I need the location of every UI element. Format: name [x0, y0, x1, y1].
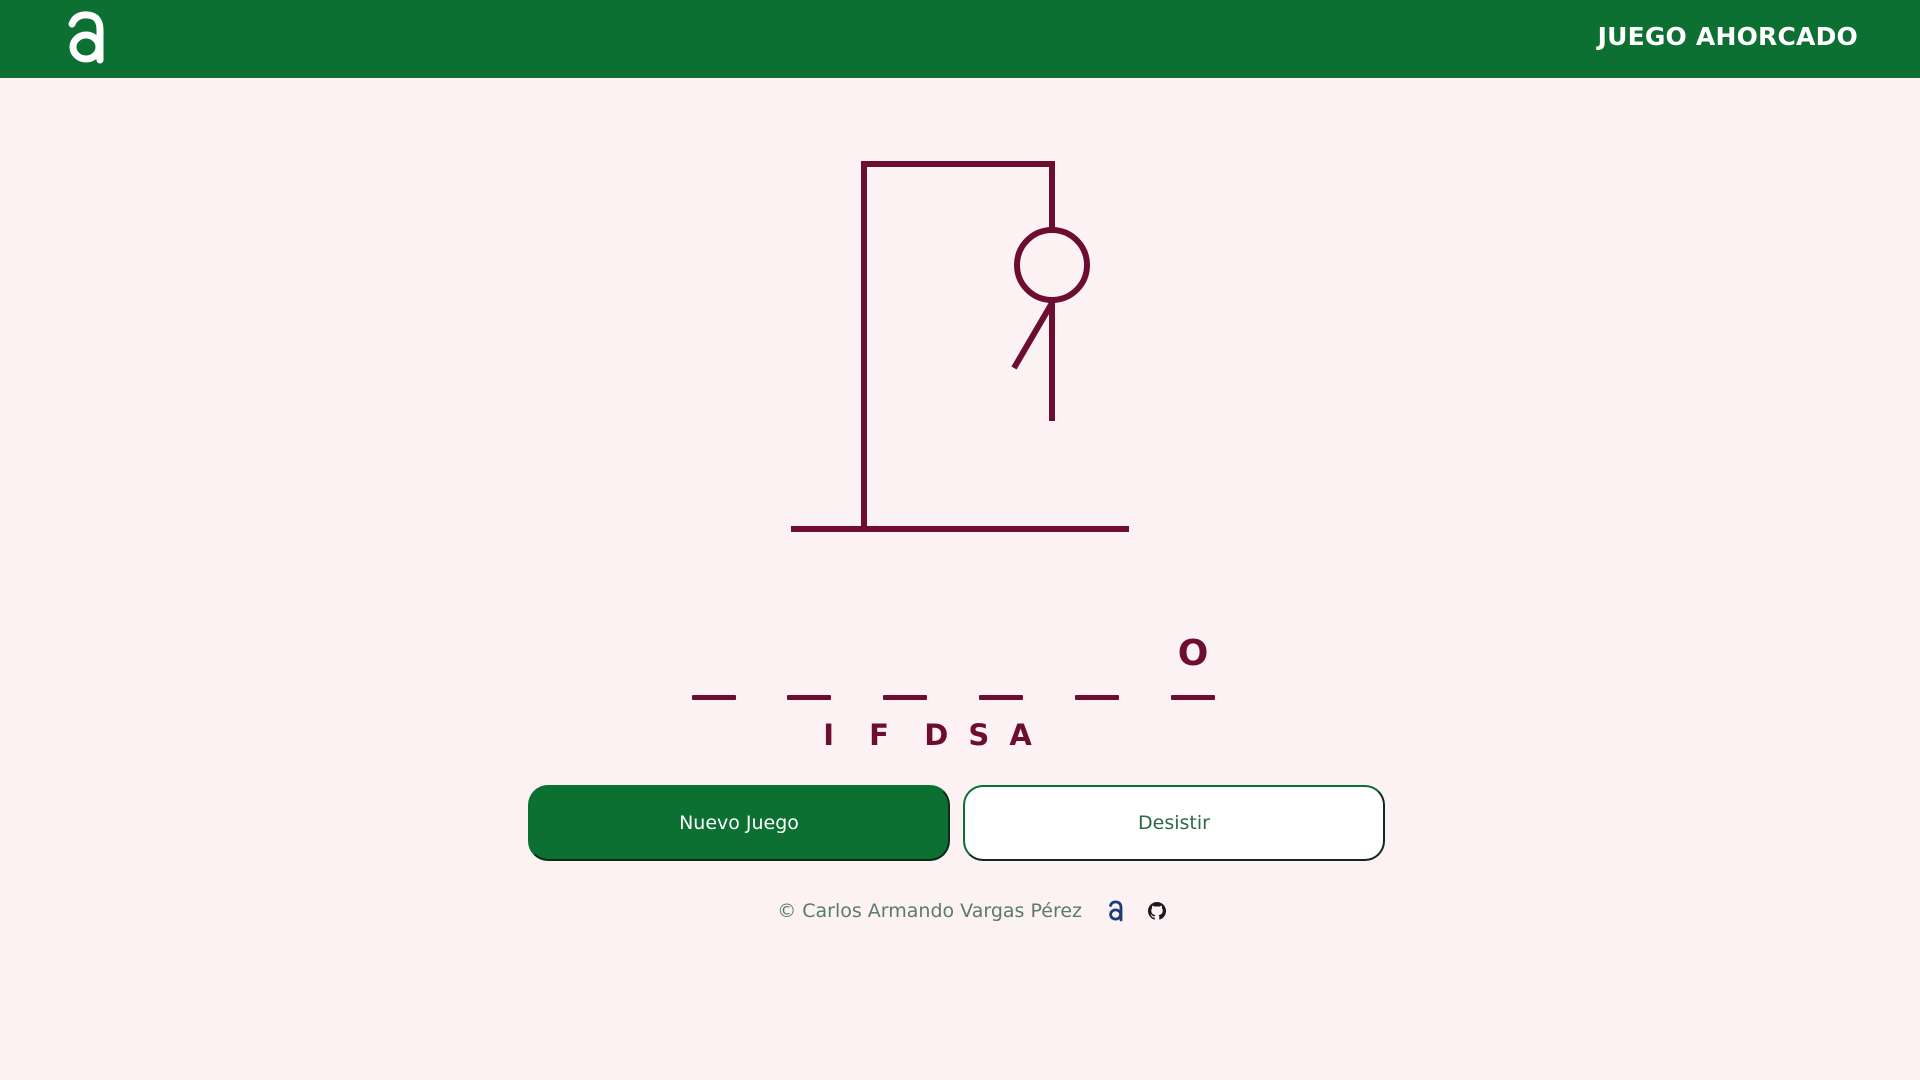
- a-logo-icon[interactable]: [1108, 900, 1124, 922]
- github-icon[interactable]: [1148, 902, 1166, 920]
- new-game-button-label: Nuevo Juego: [679, 812, 799, 834]
- slot-letter: [787, 634, 831, 674]
- letter-slot: [979, 632, 1023, 700]
- slot-underline: [1171, 695, 1215, 700]
- slot-letter: [692, 634, 736, 674]
- slot-underline: [883, 695, 927, 700]
- hangman-drawing: [791, 161, 1129, 532]
- letter-slot: [1075, 632, 1119, 700]
- new-game-button[interactable]: Nuevo Juego: [528, 785, 950, 861]
- slot-letter: [1075, 634, 1119, 674]
- app-title: JUEGO AHORCADO: [1597, 22, 1858, 51]
- slot-letter: O: [1177, 633, 1209, 674]
- slot-underline: [979, 695, 1023, 700]
- slot-underline: [692, 695, 736, 700]
- slot-underline: [787, 695, 831, 700]
- letter-slot: [787, 632, 831, 700]
- a-logo-icon[interactable]: [66, 10, 108, 66]
- copyright-text: © Carlos Armando Vargas Pérez: [777, 900, 1082, 922]
- slot-underline: [1075, 695, 1119, 700]
- letter-slot: [692, 632, 736, 700]
- give-up-button[interactable]: Desistir: [963, 785, 1385, 861]
- wrong-letters: I F D S A: [823, 718, 1037, 752]
- slot-letter: [979, 634, 1023, 674]
- word-slots: O: [682, 632, 1242, 702]
- give-up-button-label: Desistir: [1138, 812, 1210, 834]
- slot-letter: [883, 634, 927, 674]
- letter-slot: O: [1171, 632, 1215, 700]
- letter-slot: [883, 632, 927, 700]
- hangman-head: [1014, 227, 1090, 303]
- footer: © Carlos Armando Vargas Pérez: [0, 898, 1920, 928]
- hangman-left-arm: [1011, 301, 1055, 370]
- top-bar: JUEGO AHORCADO: [0, 0, 1920, 78]
